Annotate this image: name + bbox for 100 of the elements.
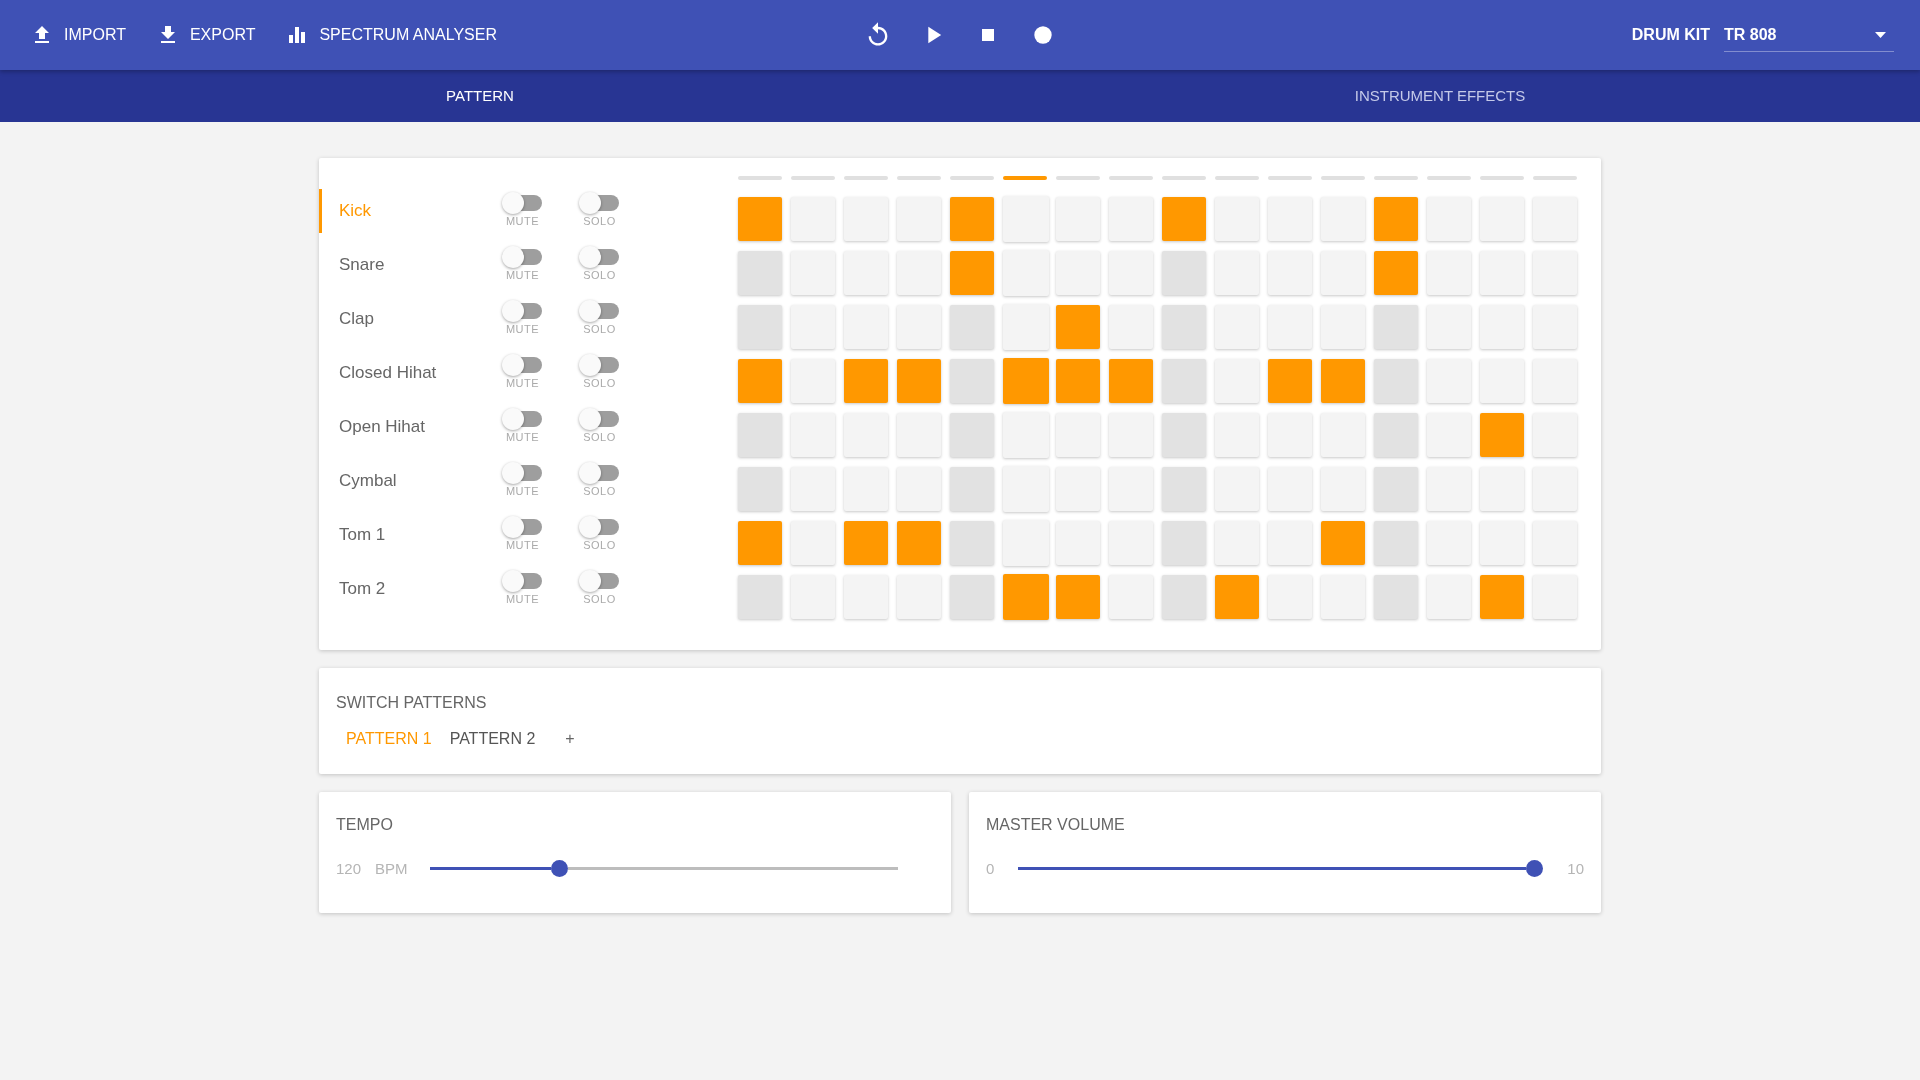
import-button[interactable]: IMPORT xyxy=(26,17,130,53)
step-pad[interactable] xyxy=(1427,197,1471,241)
slider[interactable] xyxy=(429,860,898,877)
solo-toggle[interactable] xyxy=(580,573,619,589)
instrument-name[interactable]: Tom 2 xyxy=(319,567,484,611)
step-pad[interactable] xyxy=(738,467,782,511)
step-pad[interactable] xyxy=(844,197,888,241)
step-pad[interactable] xyxy=(1056,359,1100,403)
step-pad[interactable] xyxy=(1109,467,1153,511)
step-pad[interactable] xyxy=(1268,305,1312,349)
step-pad[interactable] xyxy=(1003,466,1049,512)
spectrum-button[interactable]: SPECTRUM ANALYSER xyxy=(281,17,501,53)
instrument-name[interactable]: Tom 1 xyxy=(319,513,484,557)
step-pad[interactable] xyxy=(1321,197,1365,241)
step-pad[interactable] xyxy=(844,467,888,511)
step-pad[interactable] xyxy=(1427,521,1471,565)
step-pad[interactable] xyxy=(1215,359,1259,403)
step-pad[interactable] xyxy=(738,521,782,565)
step-pad[interactable] xyxy=(1109,305,1153,349)
step-pad[interactable] xyxy=(1533,575,1577,619)
instrument-name[interactable]: Clap xyxy=(319,297,484,341)
step-pad[interactable] xyxy=(950,359,994,403)
step-pad[interactable] xyxy=(1109,575,1153,619)
solo-toggle[interactable] xyxy=(580,519,619,535)
step-pad[interactable] xyxy=(1427,467,1471,511)
step-pad[interactable] xyxy=(1268,413,1312,457)
step-pad[interactable] xyxy=(1427,575,1471,619)
tab[interactable]: PATTERN xyxy=(0,70,960,122)
step-pad[interactable] xyxy=(1480,467,1524,511)
step-pad[interactable] xyxy=(1215,197,1259,241)
step-pad[interactable] xyxy=(791,251,835,295)
mute-toggle[interactable] xyxy=(503,519,542,535)
tab[interactable]: INSTRUMENT EFFECTS xyxy=(960,70,1920,122)
step-pad[interactable] xyxy=(1215,305,1259,349)
step-pad[interactable] xyxy=(1321,305,1365,349)
step-pad[interactable] xyxy=(1109,359,1153,403)
drum-kit-select[interactable]: TR 808 xyxy=(1724,18,1894,52)
solo-toggle[interactable] xyxy=(580,303,619,319)
step-pad[interactable] xyxy=(950,521,994,565)
step-pad[interactable] xyxy=(1374,467,1418,511)
step-pad[interactable] xyxy=(1480,197,1524,241)
step-pad[interactable] xyxy=(1321,359,1365,403)
step-pad[interactable] xyxy=(738,197,782,241)
step-pad[interactable] xyxy=(791,521,835,565)
step-pad[interactable] xyxy=(791,575,835,619)
step-pad[interactable] xyxy=(1533,467,1577,511)
add-pattern-button[interactable]: + xyxy=(555,726,585,752)
step-pad[interactable] xyxy=(1109,413,1153,457)
mute-toggle[interactable] xyxy=(503,195,542,211)
step-pad[interactable] xyxy=(1268,197,1312,241)
step-pad[interactable] xyxy=(1268,467,1312,511)
step-pad[interactable] xyxy=(1003,250,1049,296)
step-pad[interactable] xyxy=(897,197,941,241)
step-pad[interactable] xyxy=(1215,251,1259,295)
step-pad[interactable] xyxy=(791,413,835,457)
step-pad[interactable] xyxy=(1533,251,1577,295)
step-pad[interactable] xyxy=(738,359,782,403)
step-pad[interactable] xyxy=(1215,413,1259,457)
step-pad[interactable] xyxy=(950,305,994,349)
step-pad[interactable] xyxy=(950,413,994,457)
step-pad[interactable] xyxy=(1321,575,1365,619)
step-pad[interactable] xyxy=(1427,305,1471,349)
step-pad[interactable] xyxy=(950,575,994,619)
instrument-name[interactable]: Snare xyxy=(319,243,484,287)
mute-toggle[interactable] xyxy=(503,573,542,589)
step-pad[interactable] xyxy=(1003,358,1049,404)
step-pad[interactable] xyxy=(950,197,994,241)
step-pad[interactable] xyxy=(1162,251,1206,295)
step-pad[interactable] xyxy=(1480,575,1524,619)
solo-toggle[interactable] xyxy=(580,249,619,265)
instrument-name[interactable]: Cymbal xyxy=(319,459,484,503)
step-pad[interactable] xyxy=(1374,575,1418,619)
step-pad[interactable] xyxy=(1109,197,1153,241)
mute-toggle[interactable] xyxy=(503,411,542,427)
step-pad[interactable] xyxy=(1374,197,1418,241)
step-pad[interactable] xyxy=(1533,197,1577,241)
step-pad[interactable] xyxy=(1427,413,1471,457)
step-pad[interactable] xyxy=(1056,305,1100,349)
step-pad[interactable] xyxy=(1162,305,1206,349)
step-pad[interactable] xyxy=(897,467,941,511)
slider[interactable] xyxy=(1018,860,1544,877)
step-pad[interactable] xyxy=(844,575,888,619)
step-pad[interactable] xyxy=(950,467,994,511)
step-pad[interactable] xyxy=(897,575,941,619)
step-pad[interactable] xyxy=(897,251,941,295)
step-pad[interactable] xyxy=(1056,467,1100,511)
step-pad[interactable] xyxy=(1056,251,1100,295)
step-pad[interactable] xyxy=(1109,521,1153,565)
step-pad[interactable] xyxy=(1480,305,1524,349)
step-pad[interactable] xyxy=(1003,574,1049,620)
step-pad[interactable] xyxy=(1162,197,1206,241)
slider-thumb[interactable] xyxy=(551,860,569,877)
step-pad[interactable] xyxy=(844,413,888,457)
step-pad[interactable] xyxy=(844,359,888,403)
step-pad[interactable] xyxy=(897,521,941,565)
step-pad[interactable] xyxy=(1374,305,1418,349)
step-pad[interactable] xyxy=(897,413,941,457)
solo-toggle[interactable] xyxy=(580,195,619,211)
instrument-name[interactable]: Open Hihat xyxy=(319,405,484,449)
step-pad[interactable] xyxy=(1162,575,1206,619)
